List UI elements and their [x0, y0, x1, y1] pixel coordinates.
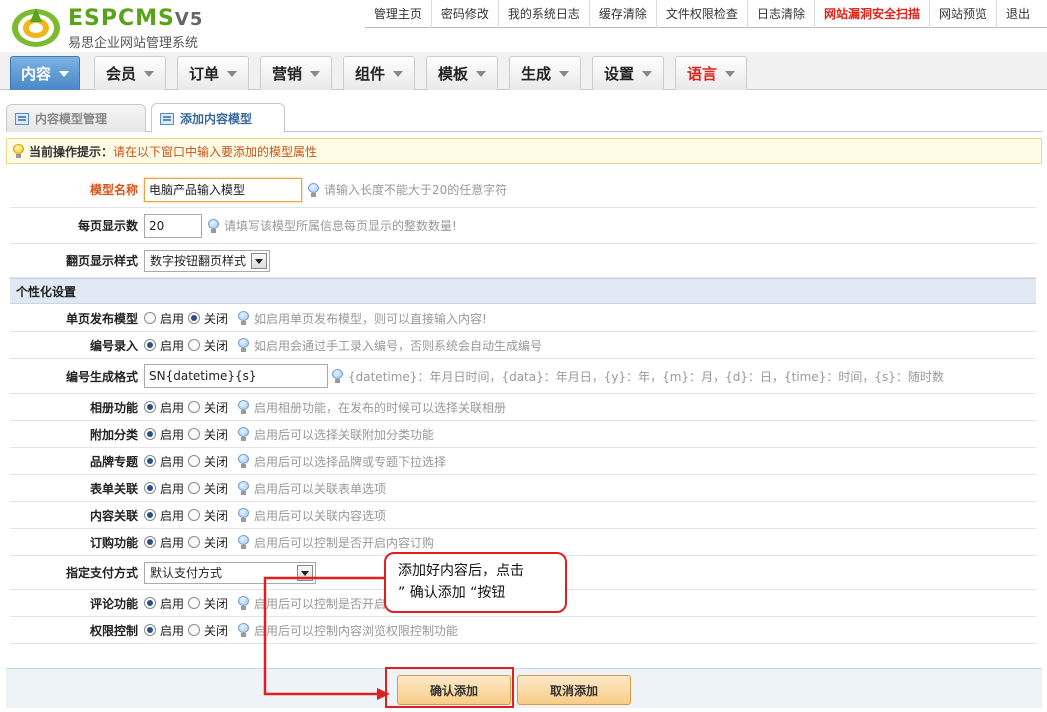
topnav-preview[interactable]: 网站预览 — [928, 0, 996, 28]
form-link-off-radio[interactable]: 关闭 — [188, 480, 228, 497]
album-on-radio[interactable]: 启用 — [144, 399, 184, 416]
hint-icon — [238, 623, 250, 637]
row-single-page: 单页发布模型 启用 关闭 如启用单页发布模型，则可以直接输入内容! — [10, 305, 1036, 332]
chevron-down-icon — [144, 70, 154, 77]
top-nav: 管理主页 密码修改 我的系统日志 缓存清除 文件权限检查 日志清除 网站漏洞安全… — [364, 0, 1047, 28]
chevron-down-icon — [310, 70, 320, 77]
row-album: 相册功能 启用 关闭 启用相册功能，在发布的时候可以选择关联相册 — [10, 394, 1036, 421]
content-link-on-radio[interactable]: 启用 — [144, 507, 184, 524]
chevron-down-icon — [393, 70, 403, 77]
hint-icon — [238, 508, 250, 522]
comment-on-radio[interactable]: 启用 — [144, 595, 184, 612]
hint-icon — [238, 454, 250, 468]
nav-tab-component[interactable]: 组件 — [343, 56, 415, 90]
nav-tab-generate[interactable]: 生成 — [509, 56, 581, 90]
cancel-add-button[interactable]: 取消添加 — [517, 675, 631, 705]
form-footer: 确认添加 取消添加 — [6, 668, 1042, 708]
hint-icon — [208, 218, 219, 233]
row-content-link: 内容关联 启用 关闭 启用后可以关联内容选项 — [10, 502, 1036, 529]
code-format-input[interactable] — [144, 364, 328, 388]
row-page-size: 每页显示数 请填写该模型所属信息每页显示的整数数量! — [10, 208, 1036, 244]
single-page-on-radio[interactable]: 启用 — [144, 310, 184, 327]
logo-icon — [12, 8, 60, 47]
section-personalization: 个性化设置 — [10, 278, 1036, 304]
order-off-radio[interactable]: 关闭 — [188, 534, 228, 551]
topnav-log-clear[interactable]: 日志清除 — [746, 0, 814, 28]
extra-category-on-radio[interactable]: 启用 — [144, 426, 184, 443]
window-icon — [15, 112, 29, 125]
topnav-logout[interactable]: 退出 — [995, 0, 1039, 28]
payment-select[interactable]: 默认支付方式 — [144, 561, 316, 584]
row-form-link: 表单关联 启用 关闭 启用后可以关联表单选项 — [10, 475, 1036, 502]
chevron-down-icon — [59, 70, 69, 77]
page-size-input[interactable] — [144, 213, 202, 238]
topnav-log[interactable]: 我的系统日志 — [497, 0, 589, 28]
topnav-security-scan[interactable]: 网站漏洞安全扫描 — [813, 0, 929, 28]
form-link-on-radio[interactable]: 启用 — [144, 480, 184, 497]
hint-icon — [238, 596, 250, 610]
nav-tab-content[interactable]: 内容 — [10, 56, 80, 90]
lightbulb-icon — [13, 144, 24, 158]
chevron-down-icon — [227, 70, 237, 77]
window-icon — [160, 112, 174, 125]
chevron-down-icon — [642, 70, 652, 77]
hint-icon — [308, 182, 319, 197]
album-off-radio[interactable]: 关闭 — [188, 399, 228, 416]
hint-icon — [238, 427, 250, 441]
hint-icon — [238, 481, 250, 495]
nav-tab-marketing[interactable]: 营销 — [260, 56, 332, 90]
code-input-off-radio[interactable]: 关闭 — [188, 337, 228, 354]
extra-category-off-radio[interactable]: 关闭 — [188, 426, 228, 443]
model-name-input[interactable] — [144, 177, 302, 202]
topnav-home[interactable]: 管理主页 — [365, 0, 431, 28]
hint-icon — [238, 338, 250, 352]
hint-icon — [238, 400, 250, 414]
dropdown-arrow-icon — [297, 564, 313, 581]
tab-add-model[interactable]: 添加内容模型 — [151, 103, 285, 133]
row-page-style: 翻页显示样式 数字按钮翻页样式 — [10, 244, 1036, 278]
comment-off-radio[interactable]: 关闭 — [188, 595, 228, 612]
sub-tabs: 内容模型管理 添加内容模型 — [6, 102, 1042, 133]
code-input-on-radio[interactable]: 启用 — [144, 337, 184, 354]
row-brand: 品牌专题 启用 关闭 启用后可以选择品牌或专题下拉选择 — [10, 448, 1036, 475]
nav-tab-settings[interactable]: 设置 — [592, 56, 664, 90]
nav-tab-member[interactable]: 会员 — [94, 56, 166, 90]
nav-tab-template[interactable]: 模板 — [426, 56, 498, 90]
row-code-input: 编号录入 启用 关闭 如启用会通过手工录入编号，否则系统会自动生成编号 — [10, 332, 1036, 359]
topnav-file-permission[interactable]: 文件权限检查 — [655, 0, 747, 28]
single-page-off-radio[interactable]: 关闭 — [188, 310, 228, 327]
row-model-name: 模型名称 请输入长度不能大于20的任意字符 — [10, 172, 1036, 208]
chevron-down-icon — [725, 70, 735, 77]
topnav-cache[interactable]: 缓存清除 — [588, 0, 656, 28]
annotation-highlight-box — [385, 667, 514, 708]
tab-model-manage[interactable]: 内容模型管理 — [6, 104, 146, 132]
brand-off-radio[interactable]: 关闭 — [188, 453, 228, 470]
nav-tab-language[interactable]: 语言 — [675, 56, 747, 90]
topnav-password[interactable]: 密码修改 — [430, 0, 498, 28]
chevron-down-icon — [476, 70, 486, 77]
hint-icon — [238, 535, 250, 549]
chevron-down-icon — [559, 70, 569, 77]
row-code-format: 编号生成格式 {datetime}：年月日时间，{data}：年月日，{y}：年… — [10, 359, 1036, 394]
order-on-radio[interactable]: 启用 — [144, 534, 184, 551]
row-permission: 权限控制 启用 关闭 启用后可以控制内容浏览权限控制功能 — [10, 617, 1036, 644]
logo[interactable]: ESPCMSV5 易思企业网站管理系统 — [10, 4, 230, 51]
header: ESPCMSV5 易思企业网站管理系统 管理主页 密码修改 我的系统日志 缓存清… — [0, 0, 1047, 52]
permission-off-radio[interactable]: 关闭 — [188, 622, 228, 639]
logo-subtitle: 易思企业网站管理系统 — [68, 36, 199, 51]
dropdown-arrow-icon — [251, 252, 267, 269]
page-style-select[interactable]: 数字按钮翻页样式 — [144, 249, 270, 272]
row-extra-category: 附加分类 启用 关闭 启用后可以选择关联附加分类功能 — [10, 421, 1036, 448]
annotation-callout: 添加好内容后，点击 ” 确认添加 “按钮 — [384, 552, 567, 613]
hint-icon — [238, 311, 250, 325]
main-nav: 内容 会员 订单 营销 组件 模板 生成 设置 语言 — [0, 52, 1047, 90]
hint-icon — [332, 369, 343, 383]
permission-on-radio[interactable]: 启用 — [144, 622, 184, 639]
nav-tab-order[interactable]: 订单 — [177, 56, 249, 90]
content-link-off-radio[interactable]: 关闭 — [188, 507, 228, 524]
operation-hint: 当前操作提示： 请在以下窗口中输入要添加的模型属性 — [6, 138, 1042, 164]
logo-title: ESPCMSV5 — [68, 6, 204, 31]
brand-on-radio[interactable]: 启用 — [144, 453, 184, 470]
